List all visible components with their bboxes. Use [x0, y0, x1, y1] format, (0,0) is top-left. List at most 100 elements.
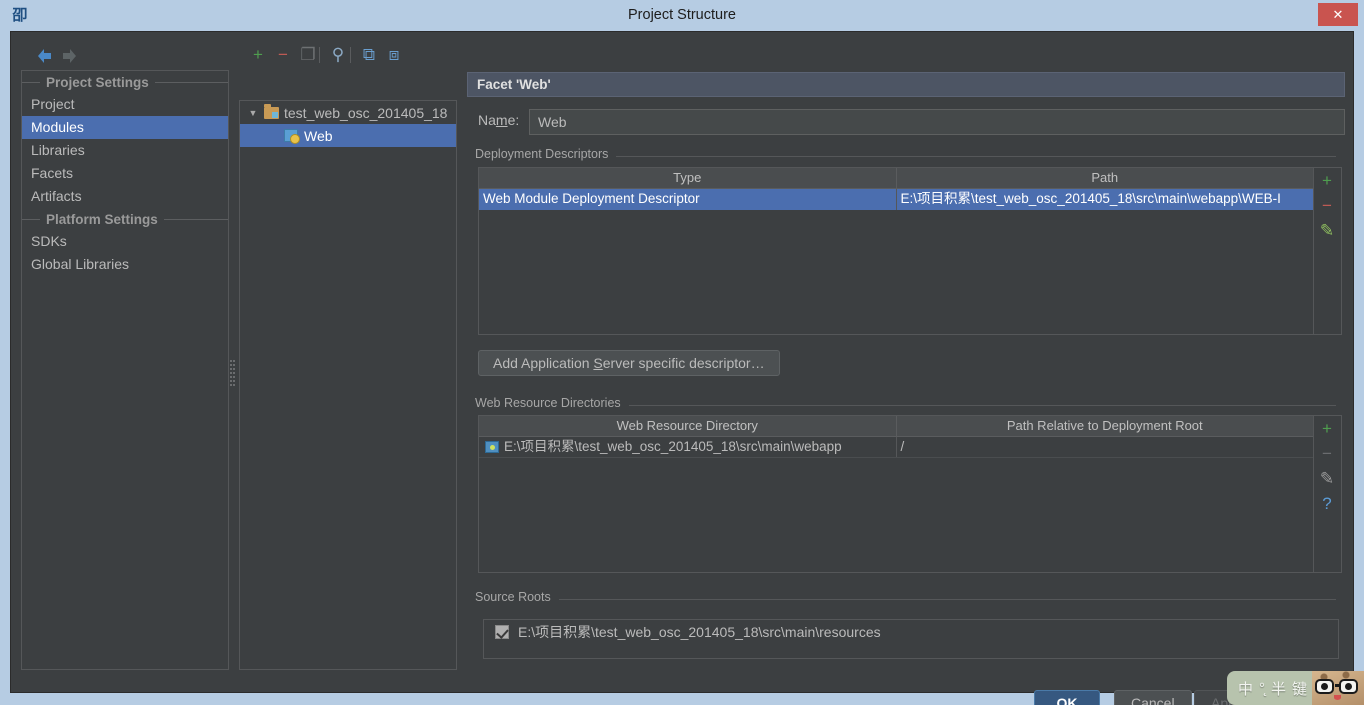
- table-row[interactable]: E:\项目积累\test_web_osc_201405_18\src\main\…: [479, 437, 1313, 458]
- facet-header-title: Facet 'Web': [467, 72, 1345, 97]
- sidebar-item-global-libraries[interactable]: Global Libraries: [22, 253, 228, 276]
- sidebar-item-label: Global Libraries: [31, 256, 130, 272]
- glasses-bridge: [1335, 684, 1340, 687]
- tree-expand-toggle-icon[interactable]: ▼: [244, 108, 262, 118]
- ime-width-item[interactable]: 半: [1268, 678, 1289, 699]
- tree-node-test_web_osc_201405_18[interactable]: ▼ test_web_osc_201405_18: [240, 101, 456, 124]
- sidebar-item-facets[interactable]: Facets: [22, 162, 228, 185]
- sidebar-item-label: Modules: [31, 119, 84, 135]
- web-resource-directory-cell: E:\项目积累\test_web_osc_201405_18\src\main\…: [479, 437, 897, 457]
- sidebar-item-project[interactable]: Project: [22, 93, 228, 116]
- group-rule: [559, 599, 1336, 600]
- remove-resource-dir-button[interactable]: −: [1314, 441, 1340, 466]
- splitter-handle[interactable]: [230, 360, 236, 390]
- ime-items: 中 °̨ 半键: [1227, 678, 1310, 699]
- ok-button[interactable]: OK: [1034, 690, 1100, 705]
- module-tree-toolbar: + − ❐ ⚲ ⧉ ⧈: [239, 42, 459, 70]
- cat-nose: [1334, 695, 1341, 700]
- descriptor-type-cell: Web Module Deployment Descriptor: [479, 189, 897, 210]
- sidebar-item-label: Libraries: [31, 142, 85, 158]
- sidebar-item-modules[interactable]: Modules: [22, 116, 228, 139]
- column-header-path-relative-to-deployment-root[interactable]: Path Relative to Deployment Root: [897, 416, 1314, 436]
- back-arrow-icon[interactable]: [33, 45, 55, 67]
- column-header-type[interactable]: Type: [479, 168, 897, 188]
- sidebar-group-header: Project Settings: [22, 71, 228, 93]
- forward-arrow-icon[interactable]: [59, 45, 81, 67]
- add-descriptor-button[interactable]: +: [1314, 168, 1340, 193]
- add-application-server-descriptor-button[interactable]: Add Application Server specific descript…: [478, 350, 780, 376]
- source-root-checkbox[interactable]: [495, 625, 509, 639]
- ime-language-item[interactable]: 中: [1235, 678, 1256, 699]
- find-button[interactable]: ⚲: [327, 44, 349, 66]
- ime-punctuation-item[interactable]: °̨: [1256, 680, 1268, 697]
- table-header-row: Type Path: [479, 168, 1313, 189]
- remove-module-button[interactable]: −: [272, 44, 294, 66]
- tree-node-web[interactable]: Web: [240, 124, 456, 147]
- group-rule-right: [163, 218, 228, 220]
- sidebar-item-label: Project: [31, 96, 75, 112]
- add-appserver-post: erver specific descriptor…: [602, 355, 765, 371]
- facet-name-label: Name:: [478, 112, 519, 128]
- cat-with-glasses-avatar[interactable]: [1312, 671, 1364, 705]
- group-rule: [616, 156, 1336, 157]
- module-folder-icon: [262, 103, 280, 121]
- relative-path-cell: /: [900, 439, 905, 454]
- window-title: Project Structure: [628, 7, 736, 23]
- sidebar-item-artifacts[interactable]: Artifacts: [22, 185, 228, 208]
- source-roots-group: Source Roots E:\项目积累\test_web_osc_201405…: [472, 590, 1340, 666]
- deployment-descriptors-table[interactable]: Type Path Web Module Deployment Descriptor…: [478, 167, 1314, 335]
- facet-name-input[interactable]: Web: [529, 109, 1345, 135]
- help-resource-dir-button[interactable]: ?: [1314, 491, 1340, 516]
- collapse-all-button[interactable]: ⧈: [383, 44, 405, 66]
- settings-sidebar: Project Settings Project Modules Libraries F…: [21, 70, 229, 670]
- web-resource-directories-label: Web Resource Directories: [475, 396, 628, 410]
- dialog-body: Project Settings Project Modules Libraries F…: [10, 31, 1354, 705]
- web-directory-icon: [485, 441, 499, 453]
- facet-name-row: Name: Web: [467, 109, 1345, 135]
- facet-content-panel: Facet 'Web' Name: Web Deployment Descrip…: [467, 72, 1345, 670]
- close-icon[interactable]: ✕: [1318, 3, 1358, 26]
- add-appserver-mnemonic: S: [593, 355, 603, 371]
- ime-keyboard-item[interactable]: 键: [1289, 678, 1310, 699]
- source-root-row[interactable]: E:\项目积累\test_web_osc_201405_18\src\main\…: [484, 620, 1338, 644]
- cat-left-eye: [1321, 683, 1328, 690]
- name-label-pre: Na: [478, 112, 496, 128]
- table-header-row: Web Resource Directory Path Relative to D…: [479, 416, 1313, 437]
- expand-all-button[interactable]: ⧉: [358, 44, 380, 66]
- descriptor-path-cell: E:\项目积累\test_web_osc_201405_18\src\main\…: [900, 191, 1281, 206]
- navigation-toolbar: [21, 42, 231, 70]
- group-rule: [629, 405, 1336, 406]
- web-resource-directories-actions: + − ✎?: [1314, 415, 1342, 573]
- add-appserver-pre: Add Application: [493, 355, 594, 371]
- toolbar-separator: [350, 47, 351, 63]
- sidebar-item-libraries[interactable]: Libraries: [22, 139, 228, 162]
- add-module-button[interactable]: +: [247, 44, 269, 66]
- source-roots-label: Source Roots: [475, 590, 558, 604]
- web-resource-directories-table[interactable]: Web Resource Directory Path Relative to D…: [478, 415, 1314, 573]
- sidebar-item-sdks[interactable]: SDKs: [22, 230, 228, 253]
- copy-module-button[interactable]: ❐: [297, 44, 319, 66]
- column-header-path[interactable]: Path: [897, 168, 1314, 188]
- glasses-icon: [1314, 679, 1362, 694]
- edit-descriptor-button[interactable]: ✎: [1314, 218, 1340, 243]
- module-tree-panel: ▼ test_web_osc_201405_18 Web: [239, 100, 457, 670]
- sidebar-item-label: SDKs: [31, 233, 67, 249]
- table-row[interactable]: Web Module Deployment Descriptor E:\项目积累\…: [479, 189, 1313, 210]
- cancel-button[interactable]: Cancel: [1114, 690, 1192, 705]
- panel-splitter[interactable]: [229, 70, 237, 670]
- tree-node-label: Web: [304, 127, 333, 144]
- sidebar-group-title: Platform Settings: [46, 211, 158, 227]
- tree-node-label: test_web_osc_201405_18: [284, 104, 448, 121]
- deployment-descriptors-actions: + − ✎: [1314, 167, 1342, 335]
- web-facet-icon: [282, 128, 300, 144]
- web-resource-directory-path: E:\项目积累\test_web_osc_201405_18\src\main\…: [504, 439, 842, 454]
- source-roots-list[interactable]: E:\项目积累\test_web_osc_201405_18\src\main\…: [483, 619, 1339, 659]
- ime-language-bar[interactable]: 中 °̨ 半键: [1227, 671, 1364, 705]
- deployment-descriptors-label: Deployment Descriptors: [475, 147, 616, 161]
- add-resource-dir-button[interactable]: +: [1314, 416, 1340, 441]
- column-header-web-resource-directory[interactable]: Web Resource Directory: [479, 416, 897, 436]
- name-label-post: e:: [507, 112, 520, 128]
- source-root-path: E:\项目积累\test_web_osc_201405_18\src\main\…: [518, 624, 881, 640]
- edit-resource-dir-button[interactable]: ✎: [1314, 466, 1340, 491]
- remove-descriptor-button[interactable]: −: [1314, 193, 1340, 218]
